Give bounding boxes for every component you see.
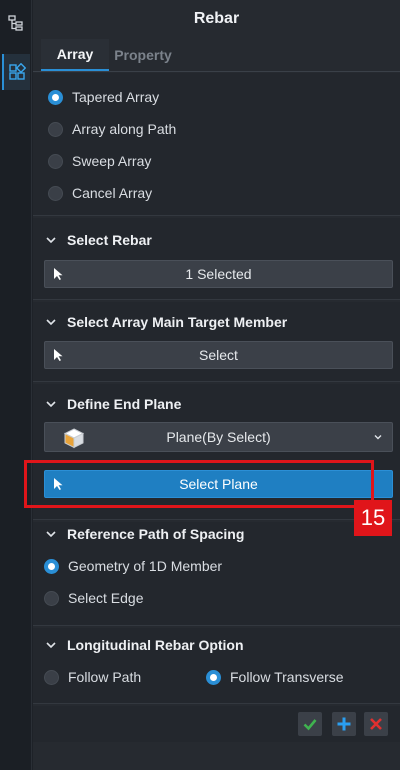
check-icon [303,719,317,731]
select-target-button[interactable]: Select [44,341,393,369]
radio-on-icon [48,89,63,105]
step-number-badge: 15 [354,500,392,536]
chevron-down-icon [46,401,56,408]
radio-sweep-array[interactable]: Sweep Array [48,151,151,171]
action-bar [33,706,400,742]
ok-button[interactable] [298,712,322,736]
button-label: 1 Selected [185,266,252,282]
radio-array-along-path[interactable]: Array along Path [48,119,176,139]
section-title: Select Rebar [67,232,152,248]
rebar-panel: Rebar Array Property Tapered Array Array… [33,0,400,770]
plane-cube-icon [63,428,85,449]
radio-on-icon [44,558,59,574]
radio-follow-path[interactable]: Follow Path [44,667,141,687]
radio-label: Geometry of 1D Member [68,558,223,574]
chevron-down-icon [46,531,56,538]
cursor-icon [54,268,63,280]
radio-select-edge[interactable]: Select Edge [44,588,144,608]
radio-label: Follow Path [68,669,142,685]
model-tree-button[interactable] [2,8,30,38]
radio-label: Select Edge [68,590,144,606]
cancel-button[interactable] [364,712,388,736]
spacing-path-section: Reference Path of Spacing Geometry of 1D… [33,522,400,626]
radio-label: Follow Transverse [230,669,344,685]
close-icon [370,718,382,730]
chevron-down-icon [46,319,56,326]
section-header[interactable]: Define End Plane [43,394,181,414]
step-callout-box [24,460,374,508]
tree-icon [8,15,23,31]
radio-label: Cancel Array [72,185,153,201]
section-header[interactable]: Select Array Main Target Member [43,312,287,332]
array-type-section: Tapered Array Array along Path Sweep Arr… [33,73,400,216]
select-target-section: Select Array Main Target Member Select [33,302,400,382]
chevron-down-icon [374,435,382,440]
section-title: Longitudinal Rebar Option [67,637,244,653]
section-title: Reference Path of Spacing [67,526,245,542]
tab-array[interactable]: Array [41,39,109,71]
left-toolbar [0,0,32,770]
button-label: Select [199,347,238,363]
radio-on-icon [206,669,221,685]
section-title: Select Array Main Target Member [67,314,288,330]
radio-off-icon [44,590,59,606]
section-title: Define End Plane [67,396,182,412]
radio-label: Tapered Array [72,89,160,105]
chevron-down-icon [46,642,56,649]
section-header[interactable]: Longitudinal Rebar Option [43,635,244,655]
radio-off-icon [48,185,63,201]
radio-off-icon [48,153,63,169]
radio-label: Sweep Array [72,153,152,169]
section-header[interactable]: Select Rebar [43,230,152,250]
dropdown-value: Plane(By Select) [166,429,271,445]
tab-property[interactable]: Property [109,39,177,71]
radio-geometry-1d-member[interactable]: Geometry of 1D Member [44,556,222,576]
plus-icon [337,717,351,731]
radio-tapered-array[interactable]: Tapered Array [48,87,159,107]
rebar-icon [9,63,26,80]
tab-bar: Array Property [33,38,400,72]
cursor-icon [54,349,63,361]
rebar-panel-button[interactable] [2,54,30,90]
select-rebar-button[interactable]: 1 Selected [44,260,393,288]
add-button[interactable] [332,712,356,736]
plane-method-dropdown[interactable]: Plane(By Select) [44,422,393,452]
chevron-down-icon [46,237,56,244]
select-rebar-section: Select Rebar 1 Selected [33,218,400,300]
section-header[interactable]: Reference Path of Spacing [43,524,244,544]
longitudinal-option-section: Longitudinal Rebar Option Follow Path Fo… [33,628,400,704]
panel-title: Rebar [193,10,240,27]
radio-off-icon [48,121,63,137]
radio-label: Array along Path [72,121,177,137]
radio-off-icon [44,669,59,685]
radio-follow-transverse[interactable]: Follow Transverse [206,667,344,687]
radio-cancel-array[interactable]: Cancel Array [48,183,152,203]
